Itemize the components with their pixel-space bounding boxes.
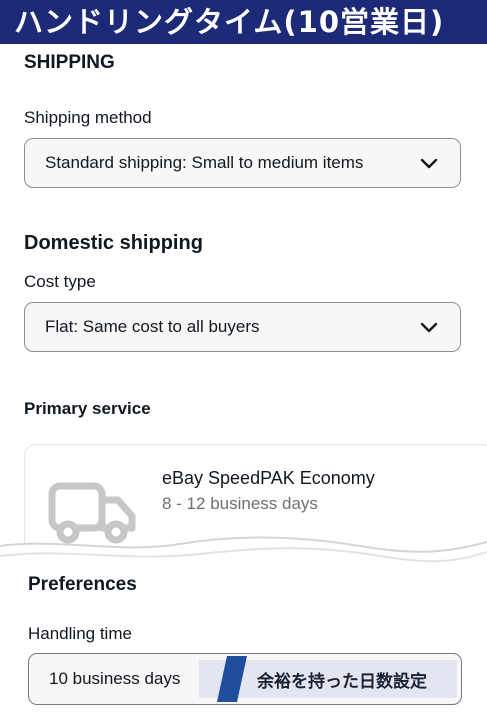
cost-type-select[interactable]: Flat: Same cost to all buyers — [24, 302, 461, 352]
service-name: eBay SpeedPAK Economy — [162, 468, 375, 488]
shipping-method-select[interactable]: Standard shipping: Small to medium items — [24, 138, 461, 188]
chevron-down-icon — [420, 322, 438, 333]
chevron-down-icon — [420, 158, 438, 169]
handling-time-value: 10 business days — [49, 669, 181, 688]
cost-type-label: Cost type — [24, 272, 96, 291]
annotation-note: 余裕を持った日数設定 — [257, 672, 427, 692]
domestic-shipping-title: Domestic shipping — [24, 232, 203, 254]
shipping-method-value: Standard shipping: Small to medium items — [45, 153, 364, 172]
preferences-title: Preferences — [28, 574, 137, 595]
shipping-method-label: Shipping method — [24, 108, 152, 127]
annotation-stripe — [217, 656, 247, 702]
handling-time-label: Handling time — [28, 624, 132, 643]
cost-type-value: Flat: Same cost to all buyers — [45, 317, 260, 336]
annotation-banner: ハンドリングタイム(10営業日) — [0, 0, 487, 44]
primary-service-label: Primary service — [24, 399, 151, 418]
service-days: 8 - 12 business days — [162, 494, 318, 513]
shipping-section-title: SHIPPING — [24, 52, 115, 73]
handling-time-select[interactable]: 10 business days 余裕を持った日数設定 — [28, 653, 462, 705]
